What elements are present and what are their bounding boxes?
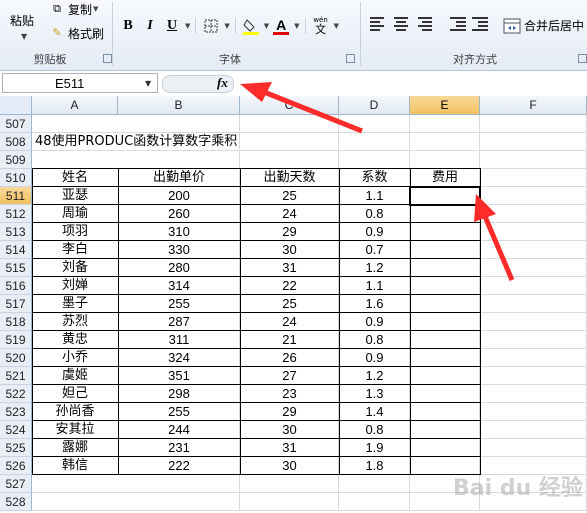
watermark: Bai du 经验 <box>453 476 583 501</box>
arrow-to-formula-bar <box>240 82 363 134</box>
arrow-to-active-cell <box>474 194 515 281</box>
annotation-arrows <box>240 82 515 281</box>
